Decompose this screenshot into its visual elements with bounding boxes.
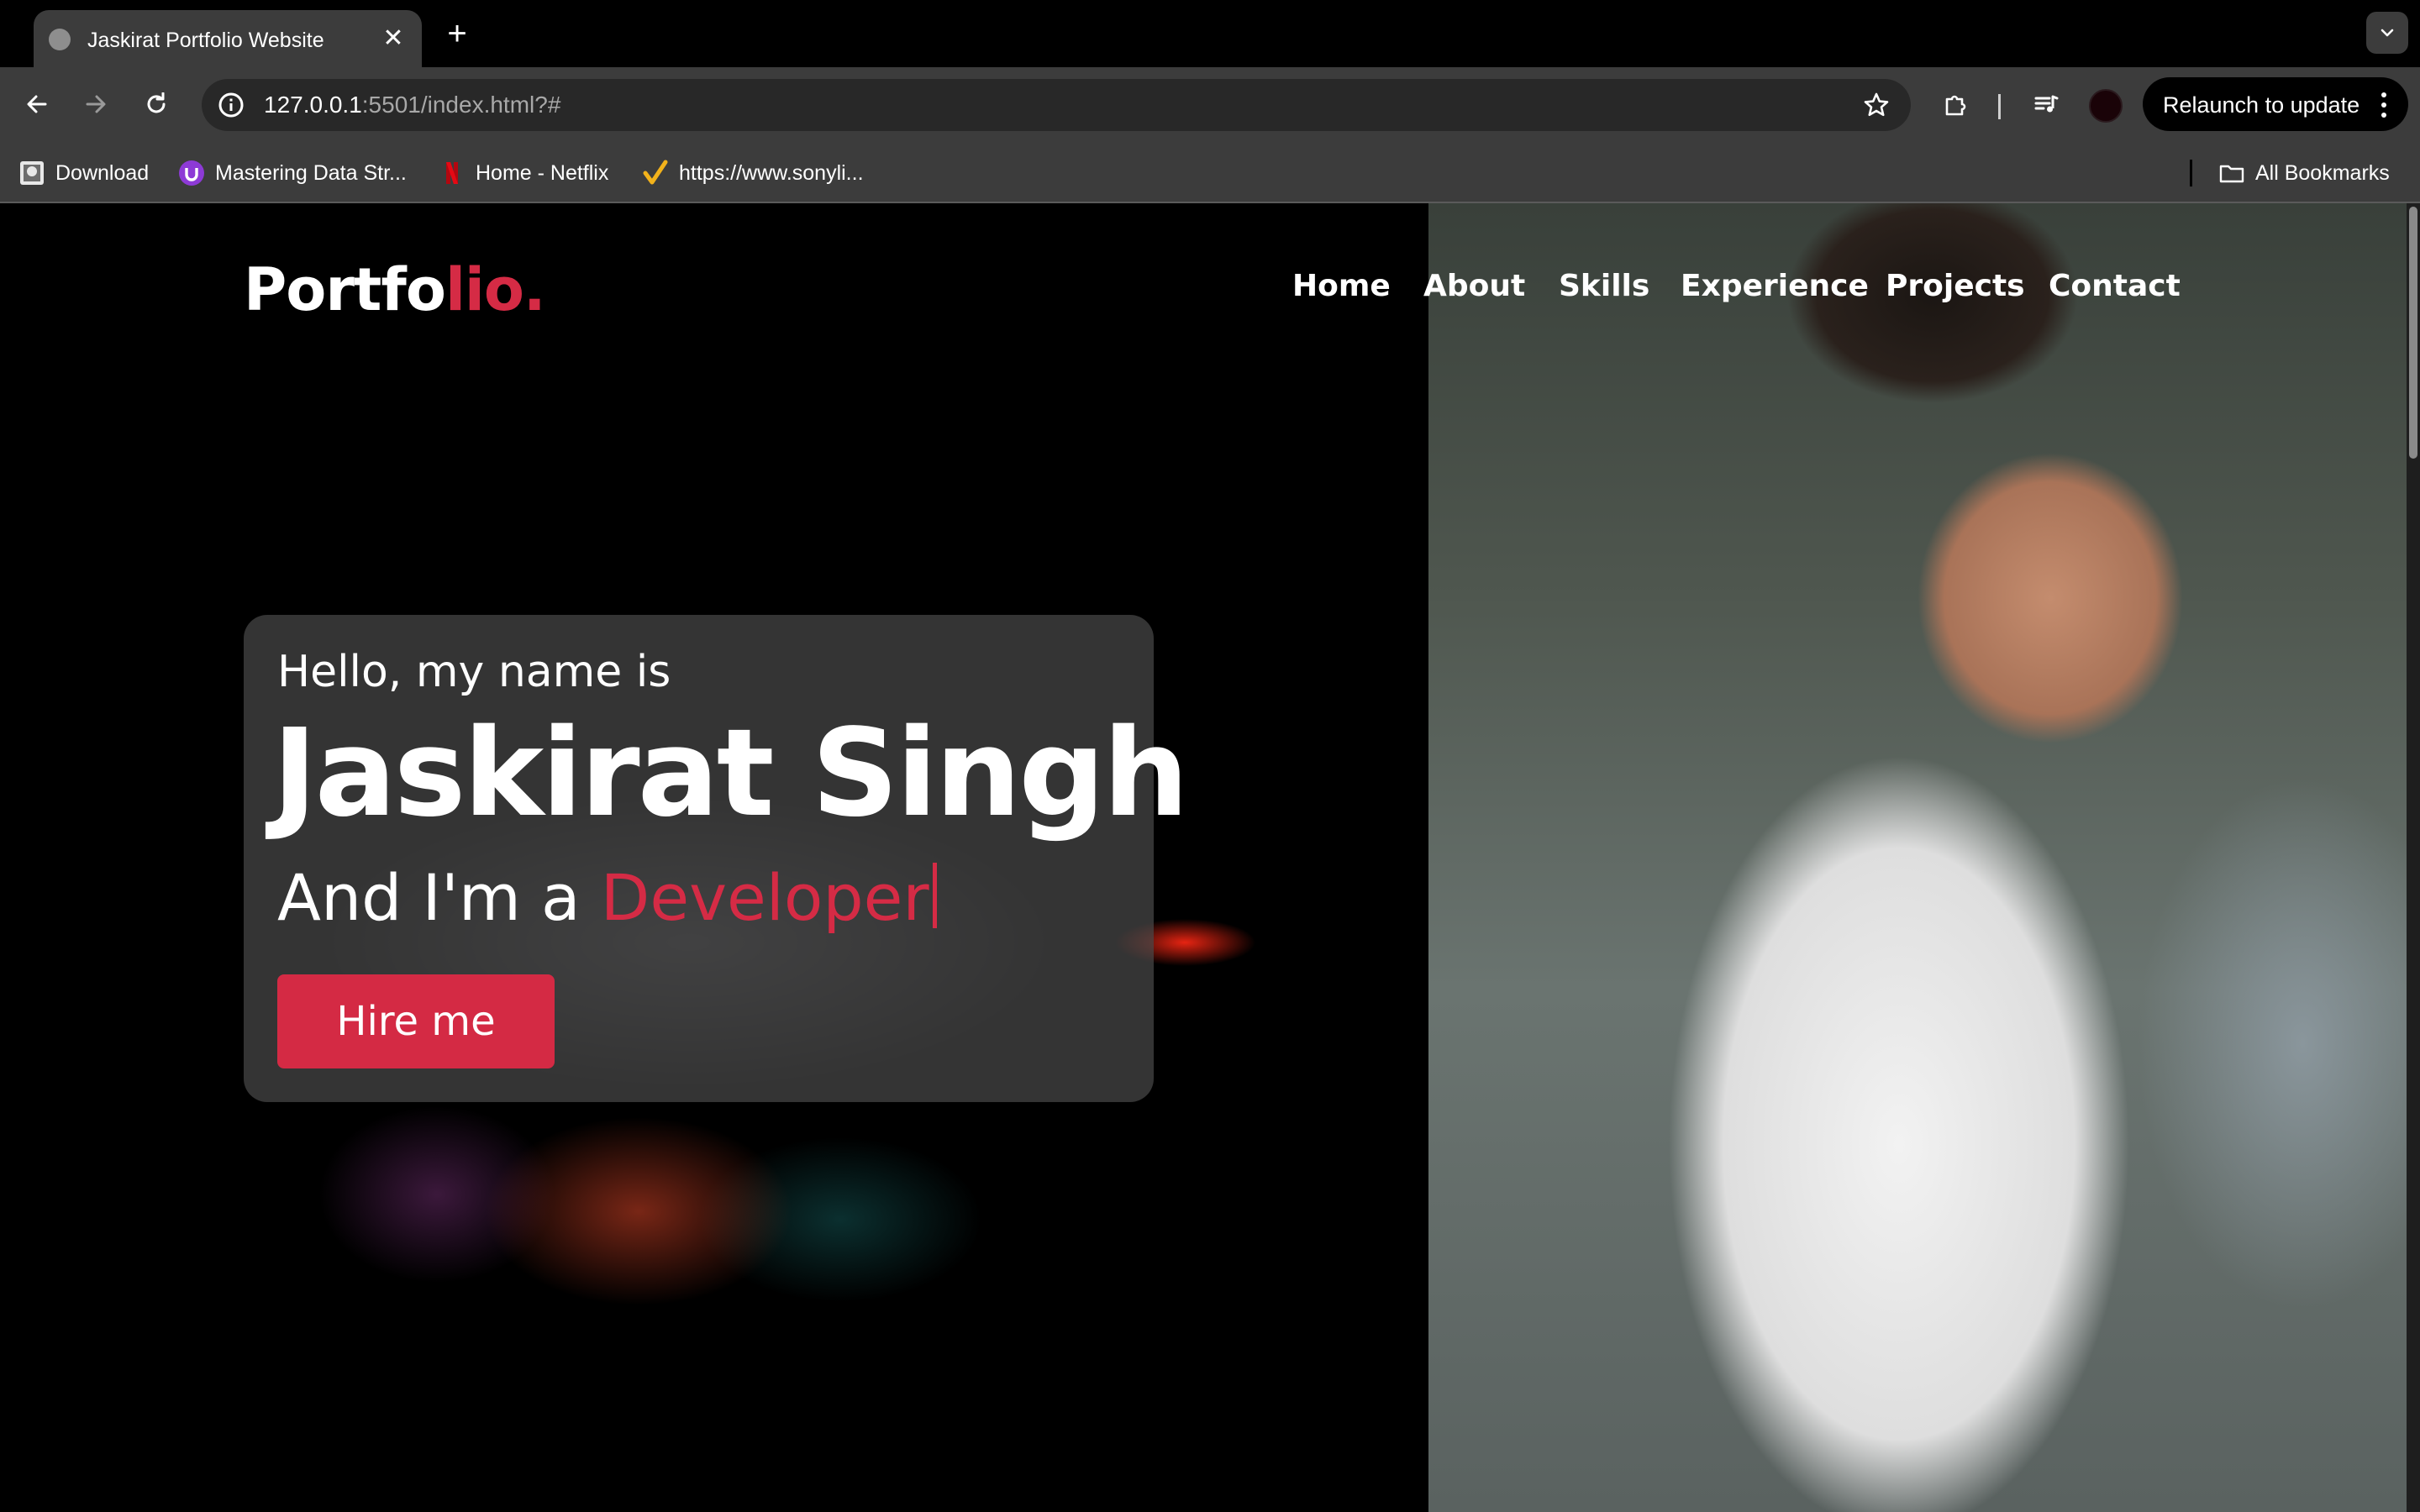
new-tab-button[interactable]: +: [439, 15, 476, 52]
relaunch-label: Relaunch to update: [2163, 92, 2360, 118]
scrollbar-thumb[interactable]: [2409, 207, 2417, 459]
playlist-icon: [2034, 95, 2059, 113]
udemy-favicon-icon: [179, 160, 204, 186]
hero-role-line: And I'm a Developer: [277, 860, 937, 935]
relaunch-to-update-button[interactable]: Relaunch to update: [2143, 77, 2408, 131]
tab-search-button[interactable]: [2366, 12, 2408, 54]
profile-avatar[interactable]: [2089, 89, 2123, 123]
portrait-photo: [1428, 203, 2407, 1512]
bookmarks-separator: [2190, 160, 2192, 186]
bookmark-label: Download: [55, 161, 150, 185]
reload-icon: [147, 92, 166, 113]
folder-icon: [2219, 165, 2244, 183]
bookmark-label: https://www.sonyli...: [679, 161, 864, 185]
netflix-favicon-icon: [446, 162, 458, 184]
nav-contact[interactable]: Contact: [2049, 269, 2181, 303]
all-bookmarks-label: All Bookmarks: [2255, 161, 2390, 185]
url-path: :5501/index.html?#: [361, 92, 561, 118]
back-button[interactable]: [15, 82, 59, 126]
nav-skills[interactable]: Skills: [1559, 269, 1649, 303]
url-text[interactable]: 127.0.0.1:5501/index.html?#: [264, 92, 560, 118]
bookmark-label: Home - Netflix: [476, 161, 609, 185]
hero-name: Jaskirat Singh: [272, 702, 1189, 843]
tab-title: Jaskirat Portfolio Website: [87, 29, 324, 52]
chevron-down-icon: [2381, 29, 2394, 37]
back-arrow-icon: [27, 95, 47, 113]
address-bar[interactable]: 127.0.0.1:5501/index.html?#: [202, 79, 1911, 131]
bookmark-label: Mastering Data Str...: [215, 161, 407, 185]
role-typed-word: Developer: [600, 860, 929, 935]
reload-button[interactable]: [134, 82, 178, 126]
browser-toolbar: 127.0.0.1:5501/index.html?# Relaunch to …: [0, 67, 2420, 141]
site-info-button[interactable]: [213, 87, 249, 123]
logo-text: Portfo: [244, 255, 446, 324]
toolbar-separator: [1998, 94, 2001, 119]
info-circle-icon: [218, 92, 244, 118]
bookmark-star-button[interactable]: [1859, 87, 1894, 123]
nav-about[interactable]: About: [1423, 269, 1525, 303]
forward-arrow-icon: [86, 95, 106, 113]
role-prefix: And I'm a: [277, 860, 601, 935]
nav-home[interactable]: Home: [1292, 269, 1391, 303]
nav-experience[interactable]: Experience: [1681, 269, 1869, 303]
hero-greeting: Hello, my name is: [277, 647, 671, 697]
more-vert-icon[interactable]: [2371, 87, 2396, 121]
check-favicon-icon: [643, 160, 668, 185]
close-tab-icon[interactable]: ✕: [376, 22, 410, 55]
hero-intro-card: Hello, my name is Jaskirat Singh And I'm…: [244, 615, 1189, 1102]
page-viewport: Portfolio. Home About Skills Experience …: [0, 203, 2420, 1512]
typing-caret: [932, 863, 937, 928]
tab-strip: Jaskirat Portfolio Website ✕ +: [0, 0, 2420, 67]
nav-projects[interactable]: Projects: [1886, 269, 2025, 303]
download-favicon-icon: [20, 161, 44, 185]
forward-button[interactable]: [74, 82, 118, 126]
bookmarks-bar: Download Mastering Data Str... Home - Ne…: [0, 141, 2420, 203]
page-scrollbar[interactable]: [2407, 203, 2420, 1512]
logo-accent-text: lio.: [445, 255, 546, 324]
hire-me-button[interactable]: Hire me: [277, 974, 555, 1068]
extensions-button[interactable]: [1934, 84, 1976, 126]
site-logo[interactable]: Portfolio.: [244, 255, 546, 324]
media-controls-button[interactable]: [2025, 84, 2067, 126]
browser-tab-active[interactable]: Jaskirat Portfolio Website ✕: [34, 10, 422, 67]
puzzle-icon: [1945, 95, 1966, 116]
globe-icon: [49, 29, 71, 50]
star-icon: [1864, 92, 1889, 117]
url-host: 127.0.0.1: [264, 92, 362, 118]
